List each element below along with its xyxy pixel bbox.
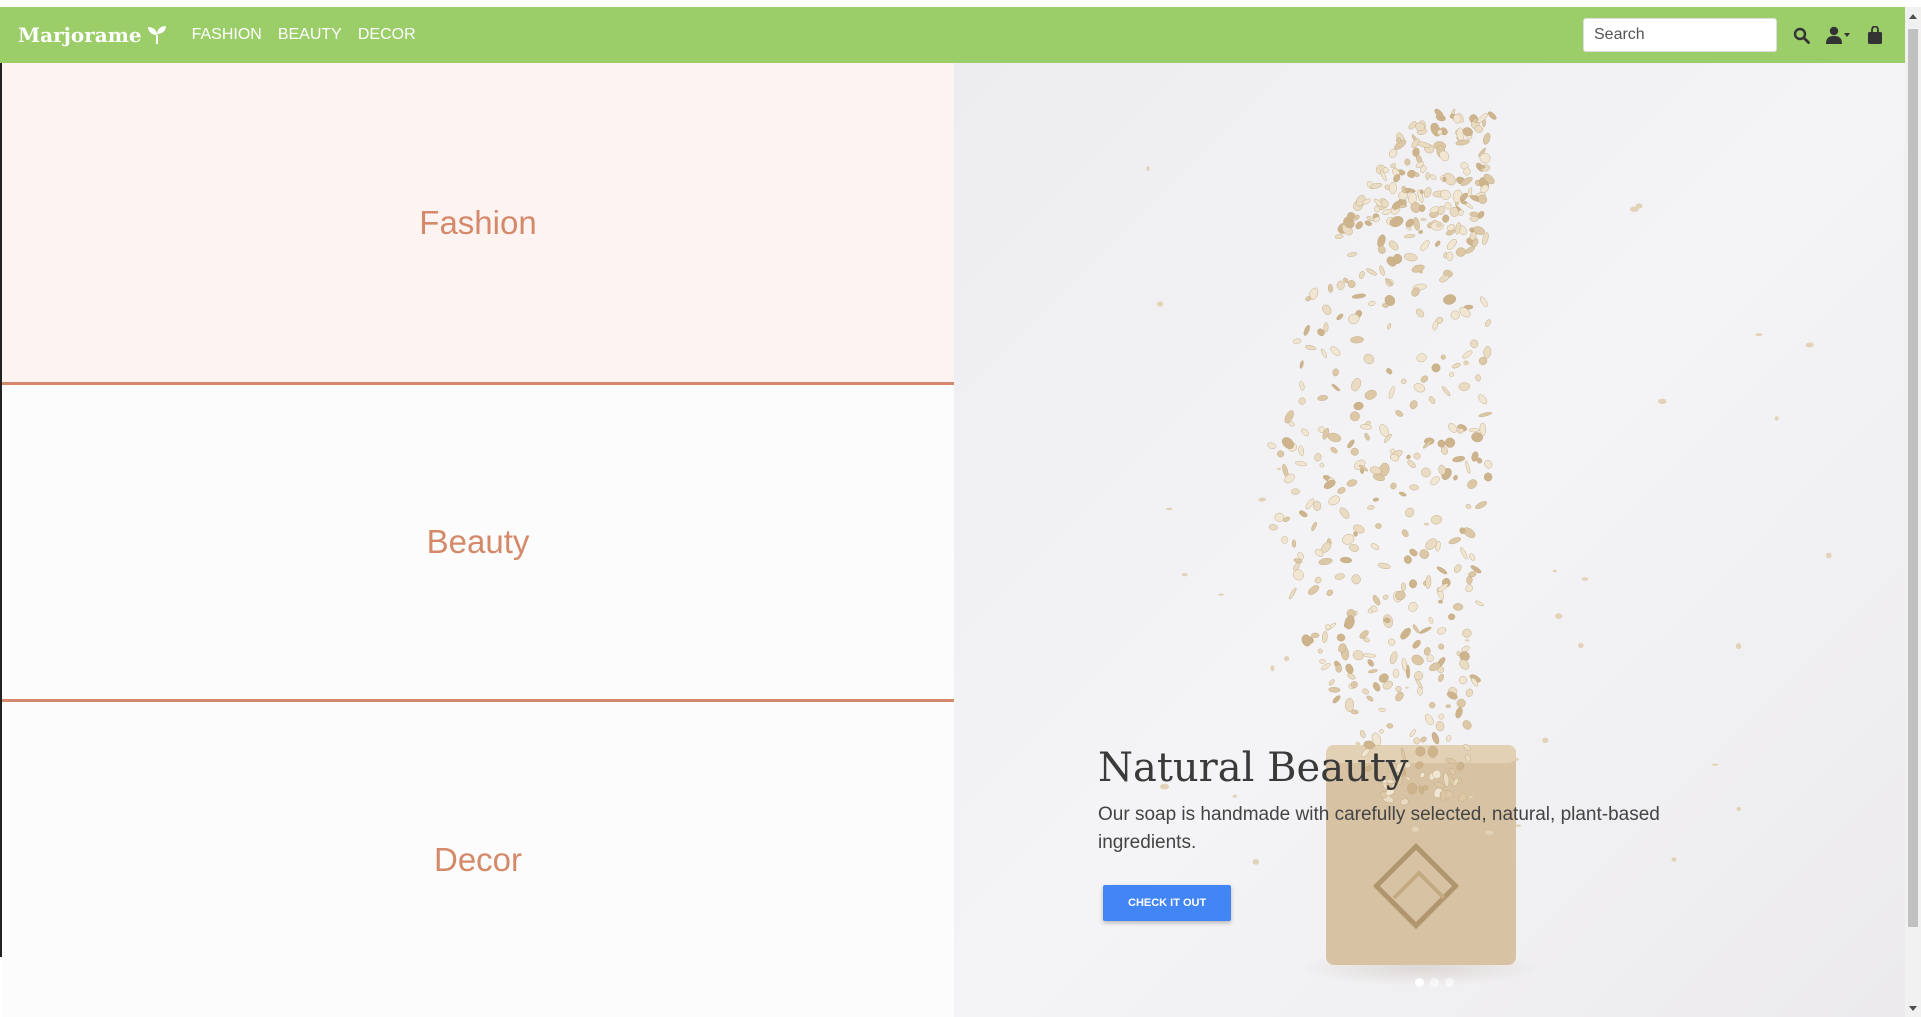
shopping-bag-icon[interactable] (1867, 26, 1883, 44)
hero-carousel: Natural Beauty Our soap is handmade with… (954, 63, 1905, 1017)
vertical-scrollbar[interactable] (1905, 7, 1921, 1017)
nav-links: FASHION BEAUTY DECOR (192, 26, 432, 44)
carousel-indicators (1415, 978, 1460, 987)
nav-link-beauty[interactable]: BEAUTY (278, 26, 342, 44)
brand-logo[interactable]: Marjorame (18, 23, 168, 47)
nav-link-fashion[interactable]: FASHION (192, 26, 262, 44)
user-icon[interactable] (1826, 26, 1851, 44)
category-panel-beauty[interactable]: Beauty (2, 385, 954, 702)
nav-link-decor[interactable]: DECOR (358, 26, 416, 44)
category-panel-decor[interactable]: Decor (2, 702, 954, 1017)
carousel-prev-control[interactable] (1014, 521, 1044, 561)
nav-actions (1583, 18, 1905, 52)
hero-title: Natural Beauty (1098, 745, 1409, 791)
category-panel-fashion[interactable]: Fashion (2, 63, 954, 385)
carousel-next-control[interactable] (1835, 521, 1865, 561)
category-label-fashion: Fashion (419, 203, 537, 241)
scrollbar-thumb[interactable] (1908, 29, 1918, 927)
carousel-indicator-1[interactable] (1415, 978, 1424, 987)
category-label-beauty: Beauty (426, 523, 530, 560)
search-input[interactable] (1583, 18, 1777, 52)
carousel-indicator-3[interactable] (1445, 978, 1454, 987)
search-icon[interactable] (1793, 27, 1810, 44)
check-it-out-button[interactable]: CHECK IT OUT (1103, 885, 1232, 921)
scroll-down-arrow-icon[interactable] (1905, 1001, 1921, 1015)
sprout-icon (147, 26, 166, 44)
top-strip (0, 0, 1921, 7)
hero-description: Our soap is handmade with carefully sele… (1098, 804, 1660, 853)
scroll-up-arrow-icon[interactable] (1905, 9, 1921, 23)
carousel-indicator-2[interactable] (1430, 978, 1439, 987)
navbar: Marjorame FASHION BEAUTY DECOR (0, 7, 1905, 63)
brand-name: Marjorame (18, 23, 142, 47)
hero-caption: Natural Beauty Our soap is handmade with… (1098, 745, 1698, 921)
category-label-decor: Decor (433, 840, 523, 878)
category-panels: Fashion Beauty Decor (2, 63, 954, 1017)
